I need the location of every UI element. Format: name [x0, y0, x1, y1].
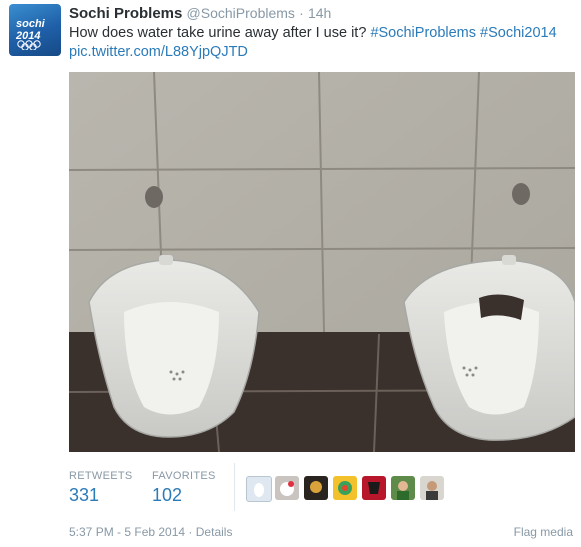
avatar-person-light-icon[interactable] — [420, 476, 444, 500]
tweet-text: How does water take urine away after I u… — [69, 24, 569, 62]
tweet-footer: 5:37 PM - 5 Feb 2014 · Details — [69, 525, 232, 539]
favorites-label: FAVORITES — [152, 470, 216, 482]
tweet-header: Sochi Problems @SochiProblems · 14h — [69, 5, 331, 22]
avatar-colorful-icon[interactable] — [333, 476, 357, 500]
favorites-count: 102 — [152, 485, 183, 505]
author-handle[interactable]: @SochiProblems — [187, 5, 295, 21]
avatar-person-dark-icon[interactable] — [304, 476, 328, 500]
avatar-egg-icon[interactable] — [246, 476, 272, 502]
media-link[interactable]: pic.twitter.com/L88YjpQJTD — [69, 44, 248, 60]
details-link[interactable]: Details — [196, 525, 233, 539]
header-separator: · — [299, 5, 304, 21]
avatar-person-green-icon[interactable] — [391, 476, 415, 500]
hashtag-sochiproblems[interactable]: #SochiProblems — [370, 25, 476, 41]
tweet-body: How does water take urine away after I u… — [69, 25, 367, 41]
avatar-logo-text: sochi 2014 — [16, 18, 45, 42]
olympic-rings-icon — [17, 40, 41, 50]
tweet-media-photo[interactable] — [69, 72, 575, 452]
footer-separator: · — [188, 525, 193, 539]
hashtag-sochi2014[interactable]: #Sochi2014 — [480, 25, 557, 41]
flag-media-link[interactable]: Flag media — [514, 525, 573, 539]
tweet-time[interactable]: 14h — [308, 5, 331, 21]
urinals-photo — [69, 72, 575, 452]
retweets-stat[interactable]: RETWEETS 331 — [69, 470, 133, 506]
retweets-label: RETWEETS — [69, 470, 133, 482]
avatar-red-crest-icon[interactable] — [362, 476, 386, 500]
avatar[interactable]: sochi 2014 — [9, 4, 61, 56]
avatar-hellokitty-icon[interactable] — [275, 476, 299, 500]
stats-divider — [234, 463, 235, 511]
author-name[interactable]: Sochi Problems — [69, 5, 182, 22]
retweets-count: 331 — [69, 485, 100, 505]
tweet-timestamp[interactable]: 5:37 PM - 5 Feb 2014 — [69, 525, 185, 539]
favorites-stat[interactable]: FAVORITES 102 — [152, 470, 216, 506]
